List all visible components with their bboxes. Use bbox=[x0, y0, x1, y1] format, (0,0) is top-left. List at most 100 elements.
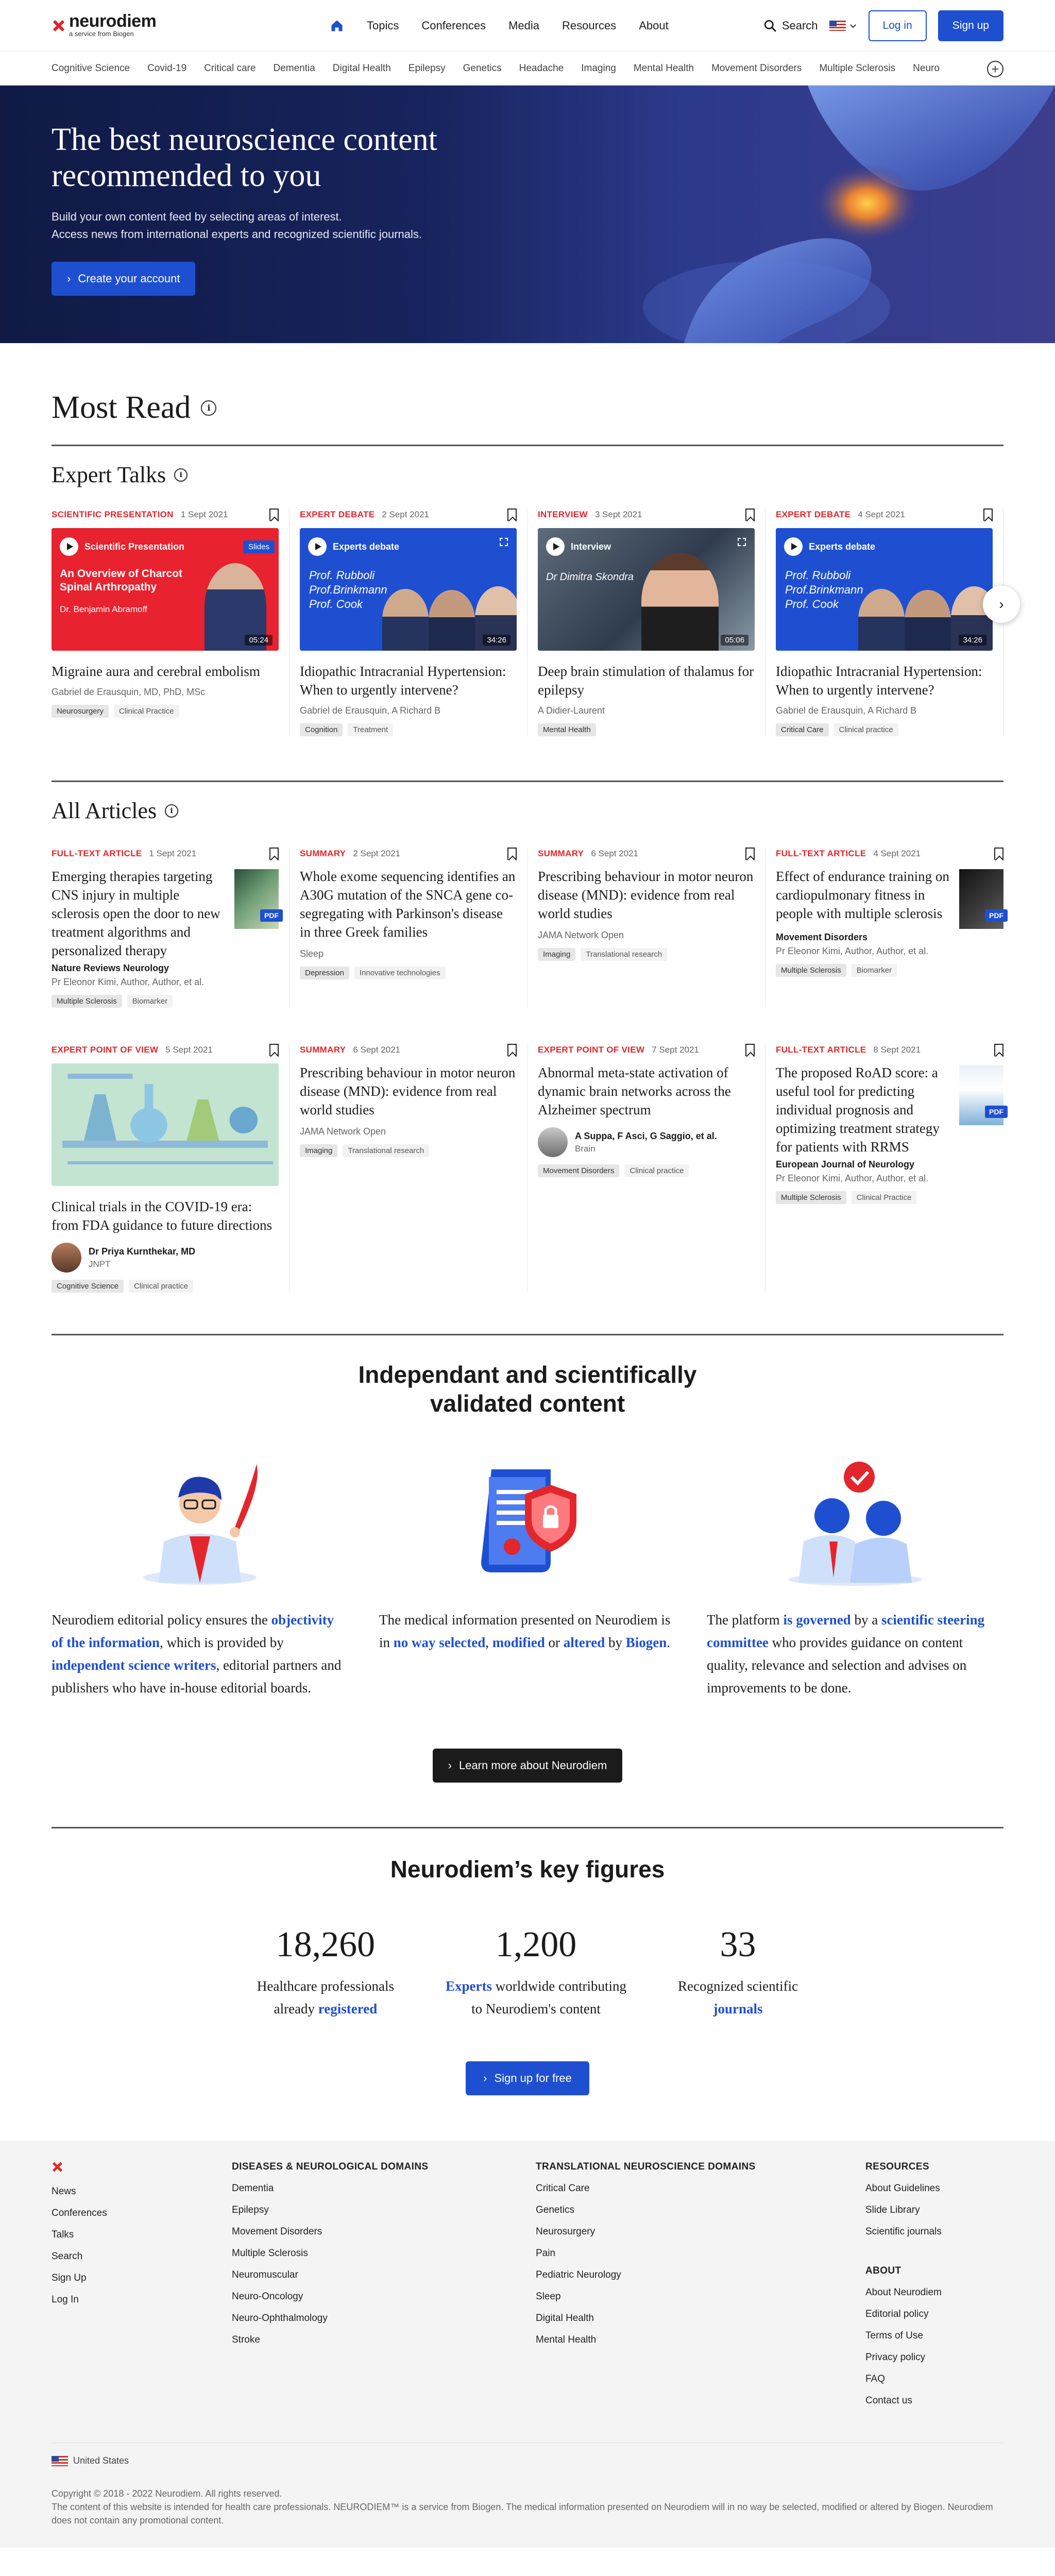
topic-chip[interactable]: Innovative technologies bbox=[354, 967, 446, 979]
topic-chip[interactable]: Treatment bbox=[348, 723, 394, 736]
card-title[interactable]: Emerging therapies targeting CNS injury … bbox=[52, 867, 225, 960]
article-card[interactable]: SUMMARY 6 Sept 2021 Prescribing behaviour… bbox=[528, 848, 765, 1008]
topic-chip[interactable]: Imaging bbox=[300, 1144, 338, 1157]
topic-chip[interactable]: Clinical Practice bbox=[113, 705, 179, 718]
neurodiem-logo-icon[interactable] bbox=[52, 2161, 63, 2173]
add-topic-icon[interactable]: + bbox=[987, 61, 1003, 77]
topic-link[interactable]: Headache bbox=[519, 63, 564, 74]
bookmark-icon[interactable] bbox=[983, 509, 993, 521]
signup-free-button[interactable]: › Sign up for free bbox=[466, 2061, 589, 2095]
card-title[interactable]: Prescribing behaviour in motor neuron di… bbox=[300, 1063, 517, 1119]
talk-card[interactable]: SCIENTIFIC PRESENTATION 1 Sept 2021 Scien… bbox=[52, 509, 290, 736]
pdf-badge[interactable]: PDF bbox=[985, 1106, 1008, 1118]
learn-more-button[interactable]: › Learn more about Neurodiem bbox=[432, 1749, 623, 1783]
footer-link[interactable]: Neuro-Oncology bbox=[232, 2286, 536, 2308]
footer-link[interactable]: Stroke bbox=[232, 2329, 536, 2351]
video-thumbnail[interactable]: Interview Dr Dimitra Skondra 05:06 bbox=[538, 528, 755, 651]
topic-chip[interactable]: Clinical Practice bbox=[851, 1191, 917, 1204]
topic-chip[interactable]: Imaging bbox=[538, 948, 576, 961]
topic-chip[interactable]: Neurosurgery bbox=[52, 705, 109, 718]
logo[interactable]: neurodiem a service from Biogen bbox=[52, 12, 268, 38]
footer-link[interactable]: Genetics bbox=[536, 2199, 865, 2221]
info-icon[interactable]: i bbox=[174, 468, 188, 482]
card-title[interactable]: The proposed RoAD score: a useful tool f… bbox=[776, 1063, 950, 1156]
footer-link[interactable]: Editorial policy bbox=[865, 2303, 1003, 2325]
footer-link[interactable]: About Guidelines bbox=[865, 2178, 1003, 2199]
country-selector[interactable] bbox=[829, 20, 857, 31]
carousel-next-button[interactable]: › bbox=[983, 586, 1020, 623]
bookmark-icon[interactable] bbox=[507, 848, 517, 860]
footer-country-selector[interactable]: United States bbox=[52, 2455, 1003, 2466]
lab-illustration[interactable] bbox=[52, 1063, 279, 1186]
card-title[interactable]: Whole exome sequencing identifies an A30… bbox=[300, 867, 517, 941]
talk-card[interactable]: EXPERT DEBATE 2 Sept 2021 Experts debate … bbox=[290, 509, 528, 736]
video-thumbnail[interactable]: Experts debate Prof. Rubboli Prof.Brinkm… bbox=[776, 528, 993, 651]
footer-link[interactable]: About Neurodiem bbox=[865, 2282, 1003, 2303]
create-account-button[interactable]: › Create your account bbox=[52, 262, 196, 296]
footer-link[interactable]: Log In bbox=[52, 2289, 232, 2311]
info-icon[interactable]: i bbox=[165, 804, 179, 818]
card-title[interactable]: Idiopathic Intracranial Hypertension: Wh… bbox=[776, 662, 993, 699]
footer-link[interactable]: Neuromuscular bbox=[232, 2264, 536, 2286]
footer-link[interactable]: Privacy policy bbox=[865, 2347, 1003, 2368]
talk-card[interactable]: INTERVIEW 3 Sept 2021 Interview Dr Dimitr… bbox=[528, 509, 765, 736]
search-button[interactable]: Search bbox=[763, 19, 818, 32]
nav-resources[interactable]: Resources bbox=[562, 19, 616, 32]
topic-link[interactable]: Multiple Sclerosis bbox=[819, 63, 895, 74]
bookmark-icon[interactable] bbox=[269, 848, 279, 860]
topic-link[interactable]: Mental Health bbox=[634, 63, 694, 74]
video-thumbnail[interactable]: Scientific Presentation Slides An Overvi… bbox=[52, 528, 279, 651]
login-button[interactable]: Log in bbox=[868, 10, 927, 41]
topic-link[interactable]: Epilepsy bbox=[409, 63, 446, 74]
footer-link[interactable]: Slide Library bbox=[865, 2199, 1003, 2221]
footer-link[interactable]: Talks bbox=[52, 2224, 232, 2246]
nav-topics[interactable]: Topics bbox=[367, 19, 399, 32]
footer-link[interactable]: Digital Health bbox=[536, 2308, 865, 2329]
topic-chip[interactable]: Clinical practice bbox=[833, 723, 898, 736]
card-title[interactable]: Migraine aura and cerebral embolism bbox=[52, 662, 279, 681]
bookmark-icon[interactable] bbox=[994, 848, 1003, 860]
journals-link[interactable]: journals bbox=[713, 2001, 763, 2016]
footer-link[interactable]: Conferences bbox=[52, 2202, 232, 2224]
topic-chip[interactable]: Movement Disorders bbox=[538, 1164, 620, 1177]
footer-link[interactable]: Terms of Use bbox=[865, 2325, 1003, 2347]
article-card[interactable]: FULL-TEXT ARTICLE 8 Sept 2021 The propose… bbox=[765, 1044, 1008, 1293]
topic-link[interactable]: Digital Health bbox=[333, 63, 391, 74]
topic-chip[interactable]: Multiple Sclerosis bbox=[776, 964, 846, 977]
bookmark-icon[interactable] bbox=[745, 848, 755, 860]
topic-link[interactable]: Genetics bbox=[463, 63, 502, 74]
footer-link[interactable]: Critical Care bbox=[536, 2178, 865, 2199]
talk-card[interactable]: EXPERT DEBATE 4 Sept 2021 Experts debate … bbox=[765, 509, 1003, 736]
card-title[interactable]: Prescribing behaviour in motor neuron di… bbox=[538, 867, 755, 923]
topic-chip[interactable]: Clinical practice bbox=[129, 1280, 194, 1293]
footer-link[interactable]: Sleep bbox=[536, 2286, 865, 2308]
topic-chip[interactable]: Translational research bbox=[581, 948, 668, 961]
home-icon[interactable] bbox=[330, 19, 344, 33]
footer-link[interactable]: FAQ bbox=[865, 2368, 1003, 2390]
topic-chip[interactable]: Biomarker bbox=[127, 995, 173, 1008]
article-card[interactable]: SUMMARY 6 Sept 2021 Prescribing behaviour… bbox=[290, 1044, 528, 1293]
article-card[interactable]: SUMMARY 2 Sept 2021 Whole exome sequencin… bbox=[290, 848, 528, 1008]
topic-link[interactable]: Covid-19 bbox=[147, 63, 186, 74]
card-title[interactable]: Deep brain stimulation of thalamus for e… bbox=[538, 662, 755, 699]
footer-link[interactable]: Epilepsy bbox=[232, 2199, 536, 2221]
topic-chip[interactable]: Critical Care bbox=[776, 723, 829, 736]
topic-link[interactable]: Movement Disorders bbox=[711, 63, 802, 74]
video-thumbnail[interactable]: Experts debate Prof. Rubboli Prof.Brinkm… bbox=[300, 528, 517, 651]
bookmark-icon[interactable] bbox=[507, 1044, 517, 1056]
footer-link[interactable]: Scientific journals bbox=[865, 2221, 1003, 2243]
card-title[interactable]: Idiopathic Intracranial Hypertension: Wh… bbox=[300, 662, 517, 699]
bookmark-icon[interactable] bbox=[745, 509, 755, 521]
article-card[interactable]: EXPERT POINT OF VIEW 7 Sept 2021 Abnormal… bbox=[528, 1044, 765, 1293]
topic-link[interactable]: Cognitive Science bbox=[52, 63, 130, 74]
footer-link[interactable]: Movement Disorders bbox=[232, 2221, 536, 2243]
footer-link[interactable]: Pain bbox=[536, 2243, 865, 2264]
footer-link[interactable]: Search bbox=[52, 2246, 232, 2267]
footer-link[interactable]: Multiple Sclerosis bbox=[232, 2243, 536, 2264]
pdf-badge[interactable]: PDF bbox=[985, 909, 1008, 922]
topic-link[interactable]: Critical care bbox=[204, 63, 256, 74]
bookmark-icon[interactable] bbox=[269, 1044, 279, 1056]
experts-link[interactable]: Experts bbox=[446, 1978, 492, 1994]
topic-chip[interactable]: Translational research bbox=[343, 1144, 430, 1157]
nav-media[interactable]: Media bbox=[508, 19, 539, 32]
